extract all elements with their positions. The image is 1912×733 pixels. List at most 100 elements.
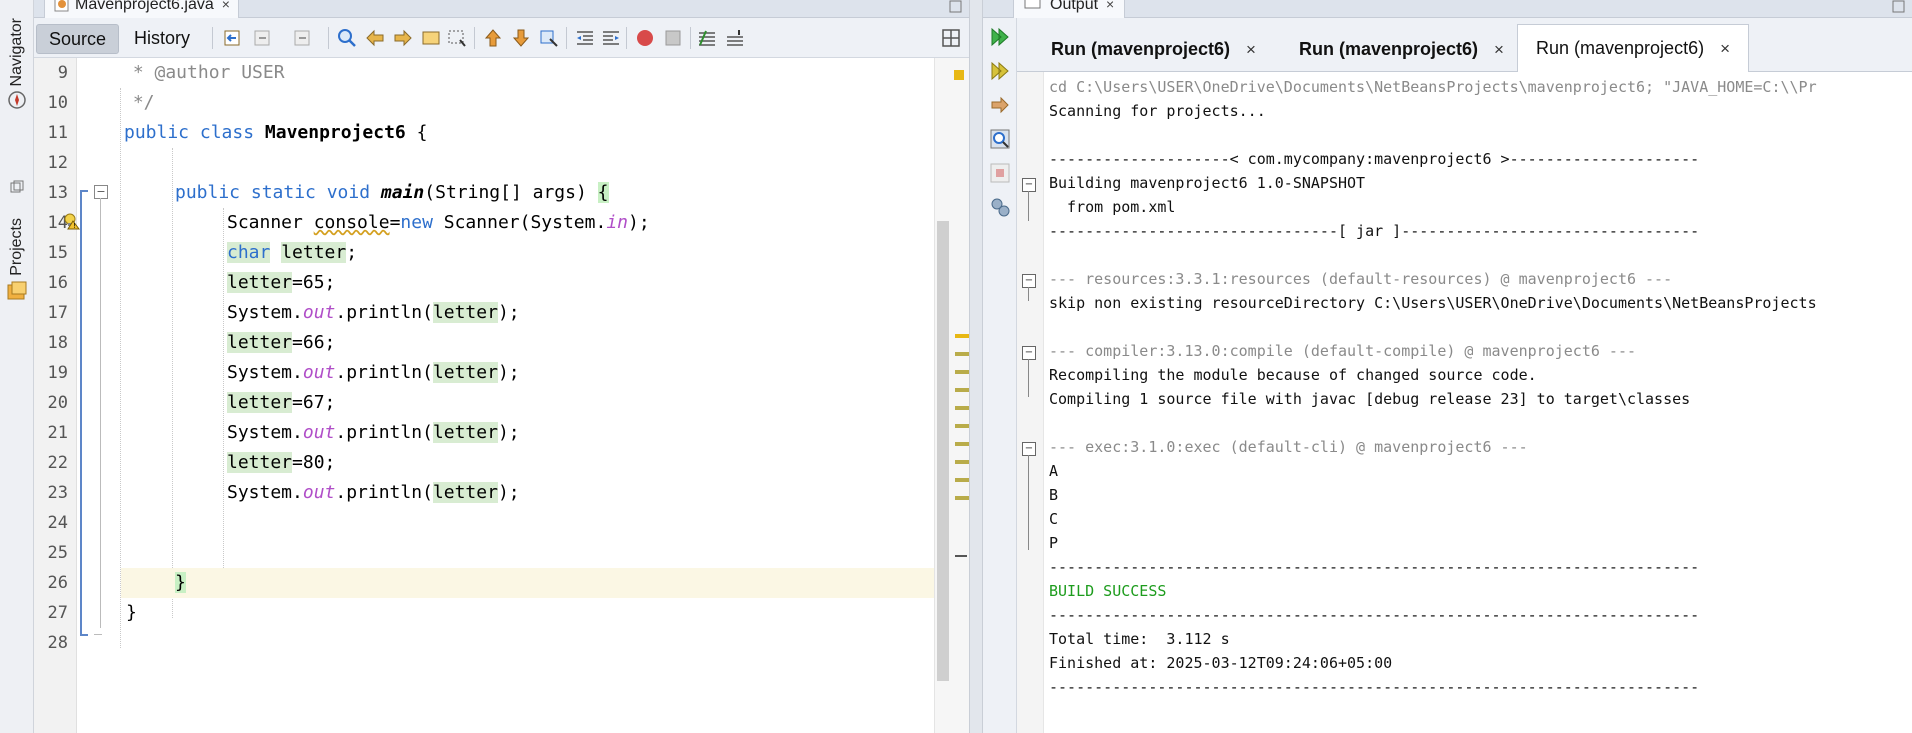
method-range-bar: [80, 190, 82, 636]
comment-icon[interactable]: [696, 27, 718, 49]
build-success-line: BUILD SUCCESS: [1049, 582, 1167, 600]
close-icon[interactable]: ×: [1494, 40, 1504, 59]
run-tab-2[interactable]: Run (mavenproject6) ×: [1281, 26, 1522, 72]
console-line: --- compiler:3.13.0:compile (default-com…: [1049, 342, 1636, 360]
brace-open: {: [405, 122, 428, 143]
toggle-highlight-icon[interactable]: [420, 27, 442, 49]
resume-icon[interactable]: [989, 94, 1011, 116]
console-line: ----------------------------------------…: [1049, 606, 1700, 624]
source-button[interactable]: Source: [36, 24, 120, 54]
console-line: Building mavenproject6 1.0-SNAPSHOT: [1049, 174, 1366, 192]
rectangular-select-icon[interactable]: [446, 27, 468, 49]
forward-icon[interactable]: [292, 27, 314, 49]
fold-toggle-icon[interactable]: −: [94, 185, 108, 199]
fold-guide-end: [94, 634, 102, 635]
console-line: --------------------------------[ jar ]-…: [1049, 222, 1700, 240]
java-file-icon: [54, 0, 69, 12]
back-icon[interactable]: [252, 27, 274, 49]
file-tab[interactable]: Mavenproject6.java ×: [44, 0, 239, 19]
matched-brace: {: [597, 182, 609, 203]
console-line: A: [1049, 462, 1059, 480]
history-button[interactable]: History: [122, 24, 202, 52]
rerun-icon[interactable]: [989, 26, 1011, 48]
find-previous-icon[interactable]: [364, 27, 386, 49]
fold-toggle-icon[interactable]: −: [1022, 346, 1036, 360]
toolbar-separator: [690, 27, 691, 49]
line-number: 19: [47, 363, 68, 383]
close-icon[interactable]: ×: [1246, 40, 1256, 59]
assignment: =65;: [292, 272, 336, 293]
variable-letter: letter: [432, 422, 498, 443]
panel-splitter[interactable]: [969, 0, 983, 733]
caret-position-mark: [955, 555, 967, 557]
stripe-mark[interactable]: [955, 352, 969, 356]
minimize-icon[interactable]: [1892, 0, 1906, 14]
output-console[interactable]: − − − − cd C:\Users\USER\OneDrive\Docume…: [1017, 72, 1912, 733]
code-line-18: letter=66;: [227, 328, 335, 358]
console-line: Scanning for projects...: [1049, 102, 1266, 120]
stripe-mark[interactable]: [955, 370, 969, 374]
system: System.: [227, 302, 303, 323]
rerun-with-options-icon[interactable]: [989, 60, 1011, 82]
maximize-icon[interactable]: [949, 0, 963, 14]
stripe-mark[interactable]: [955, 496, 969, 500]
file-tab-label: Mavenproject6.java: [75, 0, 214, 13]
find-icon[interactable]: [336, 27, 358, 49]
record-macro-icon[interactable]: [634, 27, 656, 49]
stripe-mark[interactable]: [955, 442, 969, 446]
line-number: 13: [47, 183, 68, 203]
system: System.: [227, 362, 303, 383]
inspect-icon[interactable]: [989, 128, 1011, 150]
warning-bulb-icon[interactable]: !: [62, 212, 80, 230]
static-field: out: [302, 482, 336, 503]
current-line-highlight: [121, 568, 934, 598]
console-line: --- exec:3.1.0:exec (default-cli) @ mave…: [1049, 438, 1528, 456]
close-icon[interactable]: ×: [222, 0, 230, 12]
next-bookmark-icon[interactable]: [510, 27, 532, 49]
toggle-bookmark-icon[interactable]: [538, 27, 560, 49]
shift-right-icon[interactable]: [600, 27, 622, 49]
system: System.: [227, 482, 303, 503]
end-paren: );: [497, 482, 520, 503]
uncomment-icon[interactable]: [724, 27, 746, 49]
fold-toggle-icon[interactable]: −: [1022, 178, 1036, 192]
find-next-icon[interactable]: [392, 27, 414, 49]
line-number-gutter: 9 10 11 12 13 14 15 16 17 18 19 20 21 22…: [34, 58, 77, 733]
stripe-mark[interactable]: [955, 334, 969, 338]
editor-scroll-thumb[interactable]: [937, 221, 949, 681]
editor-error-stripe[interactable]: [934, 58, 969, 733]
close-icon[interactable]: ×: [1720, 39, 1730, 58]
warning-status-icon[interactable]: [954, 70, 964, 80]
run-tab-1[interactable]: Run (mavenproject6) ×: [1033, 26, 1274, 72]
output-window-tab[interactable]: Output ×: [1013, 0, 1126, 19]
unused-variable: console: [313, 212, 390, 233]
previous-bookmark-icon[interactable]: [482, 27, 504, 49]
keyword: public class: [124, 122, 265, 143]
shift-left-icon[interactable]: [574, 27, 596, 49]
variable-letter: letter: [227, 332, 293, 353]
settings-icon[interactable]: [989, 196, 1011, 218]
method-name: main: [380, 182, 425, 203]
code-line-16: letter=65;: [227, 268, 335, 298]
split-window-icon[interactable]: [940, 27, 962, 49]
line-number: 10: [47, 93, 68, 113]
stripe-mark[interactable]: [955, 460, 969, 464]
stripe-mark[interactable]: [955, 424, 969, 428]
last-edit-icon[interactable]: [222, 27, 244, 49]
stripe-mark[interactable]: [955, 388, 969, 392]
fold-toggle-icon[interactable]: −: [1022, 274, 1036, 288]
stripe-mark[interactable]: [955, 406, 969, 410]
projects-label: Projects: [8, 218, 25, 276]
fold-guide: [1028, 191, 1029, 221]
code-editor[interactable]: − ! * @author USER */ public class Maven…: [64, 58, 934, 733]
console-line: B: [1049, 486, 1059, 504]
run-tab-3[interactable]: Run (mavenproject6) ×: [1517, 24, 1750, 74]
javadoc-author: * @author USER: [122, 62, 285, 83]
indent-guide: [120, 88, 122, 648]
variable-letter: letter: [432, 362, 498, 383]
fold-toggle-icon[interactable]: −: [1022, 442, 1036, 456]
close-icon[interactable]: ×: [1106, 0, 1114, 12]
stop-macro-icon[interactable]: [662, 27, 684, 49]
stripe-mark[interactable]: [955, 478, 969, 482]
stop-icon[interactable]: [989, 162, 1011, 184]
